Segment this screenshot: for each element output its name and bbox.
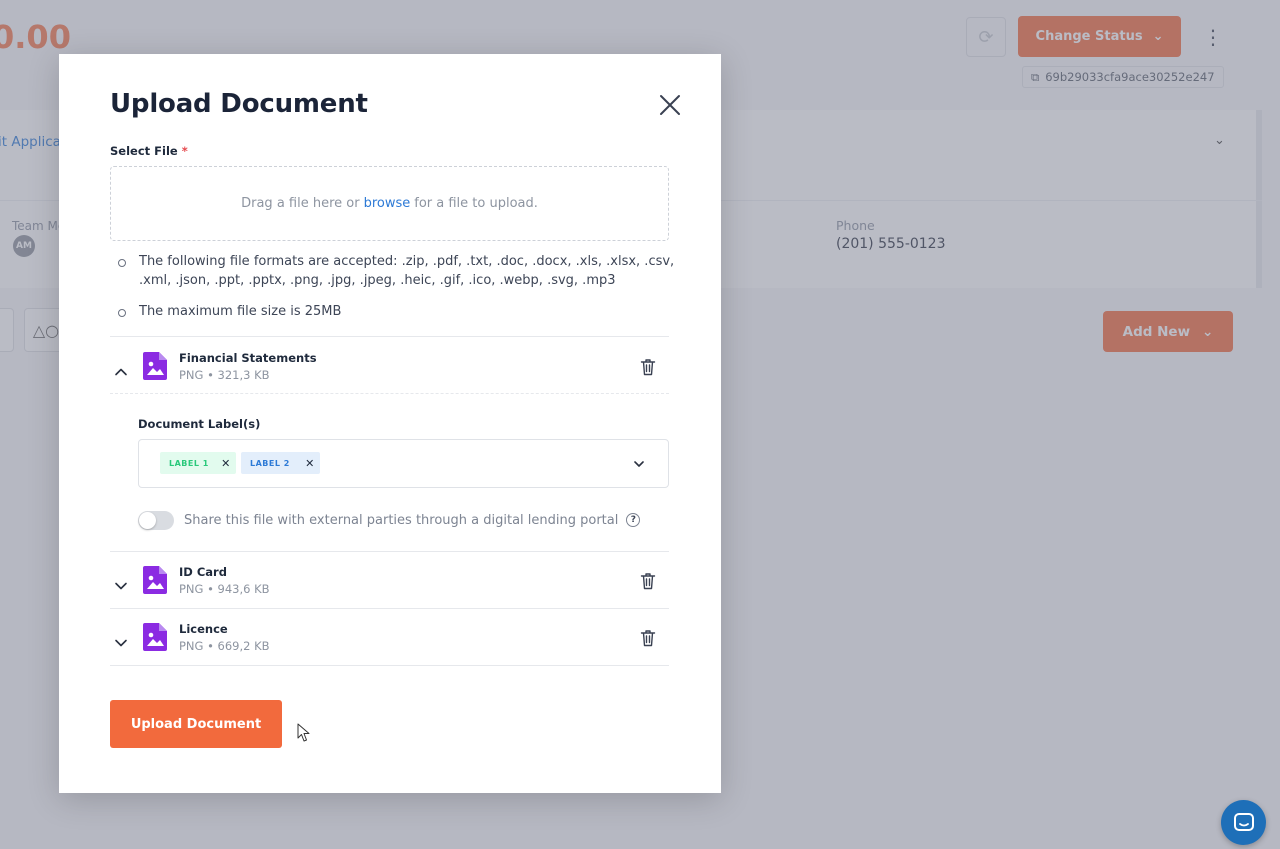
divider xyxy=(110,665,669,666)
image-file-icon xyxy=(143,623,167,651)
file-name: Licence xyxy=(179,622,228,636)
label-chip-text: LABEL 2 xyxy=(250,458,290,468)
chevron-down-icon[interactable] xyxy=(114,636,128,650)
accepted-formats-rule: The following file formats are accepted:… xyxy=(117,252,677,290)
chevron-up-icon[interactable] xyxy=(114,365,128,379)
share-setting: Share this file with external parties th… xyxy=(138,510,641,530)
trash-icon[interactable] xyxy=(640,629,656,647)
mouse-cursor-icon xyxy=(297,723,310,742)
file-item: Licence PNG • 669,2 KB xyxy=(110,622,669,668)
upload-rules: The following file formats are accepted:… xyxy=(117,252,677,321)
chevron-down-icon[interactable] xyxy=(114,579,128,593)
remove-label-icon[interactable]: ✕ xyxy=(300,457,320,470)
file-name: ID Card xyxy=(179,565,227,579)
upload-document-modal: Upload Document Select File * Drag a file… xyxy=(59,54,721,793)
file-name: Financial Statements xyxy=(179,351,317,365)
dropzone-prefix: Drag a file here or xyxy=(241,196,360,211)
file-item: Financial Statements PNG • 321,3 KB xyxy=(110,351,669,397)
divider xyxy=(110,608,669,609)
chat-button[interactable] xyxy=(1221,800,1266,845)
remove-label-icon[interactable]: ✕ xyxy=(216,457,236,470)
file-dropzone[interactable]: Drag a file here or browse for a file to… xyxy=(110,166,669,241)
modal-title: Upload Document xyxy=(110,89,368,119)
trash-icon[interactable] xyxy=(640,572,656,590)
document-labels-title: Document Label(s) xyxy=(138,417,261,431)
dropzone-suffix: for a file to upload. xyxy=(414,196,538,211)
divider xyxy=(110,336,669,337)
file-meta: PNG • 321,3 KB xyxy=(179,368,270,382)
question-icon[interactable]: ? xyxy=(626,513,641,527)
image-file-icon xyxy=(143,352,167,380)
close-icon[interactable] xyxy=(657,92,683,118)
upload-document-button[interactable]: Upload Document xyxy=(110,700,282,748)
document-labels-select[interactable]: LABEL 1 ✕ LABEL 2 ✕ xyxy=(138,439,669,488)
label-chip: LABEL 1 ✕ xyxy=(160,452,236,474)
share-toggle[interactable] xyxy=(138,510,174,530)
select-file-label: Select File * xyxy=(110,144,188,158)
file-meta: PNG • 669,2 KB xyxy=(179,639,270,653)
trash-icon[interactable] xyxy=(640,358,656,376)
file-meta: PNG • 943,6 KB xyxy=(179,582,270,596)
image-file-icon xyxy=(143,566,167,594)
divider xyxy=(110,551,669,552)
max-size-rule: The maximum file size is 25MB xyxy=(117,302,677,321)
browse-link[interactable]: browse xyxy=(364,196,411,211)
divider xyxy=(110,393,669,394)
label-chip: LABEL 2 ✕ xyxy=(241,452,320,474)
select-file-text: Select File xyxy=(110,144,178,158)
share-text: Share this file with external parties th… xyxy=(184,512,619,528)
chevron-down-icon[interactable] xyxy=(633,458,645,470)
required-marker: * xyxy=(181,144,188,158)
file-item: ID Card PNG • 943,6 KB xyxy=(110,565,669,611)
label-chip-text: LABEL 1 xyxy=(169,458,209,468)
chat-icon xyxy=(1233,812,1254,831)
